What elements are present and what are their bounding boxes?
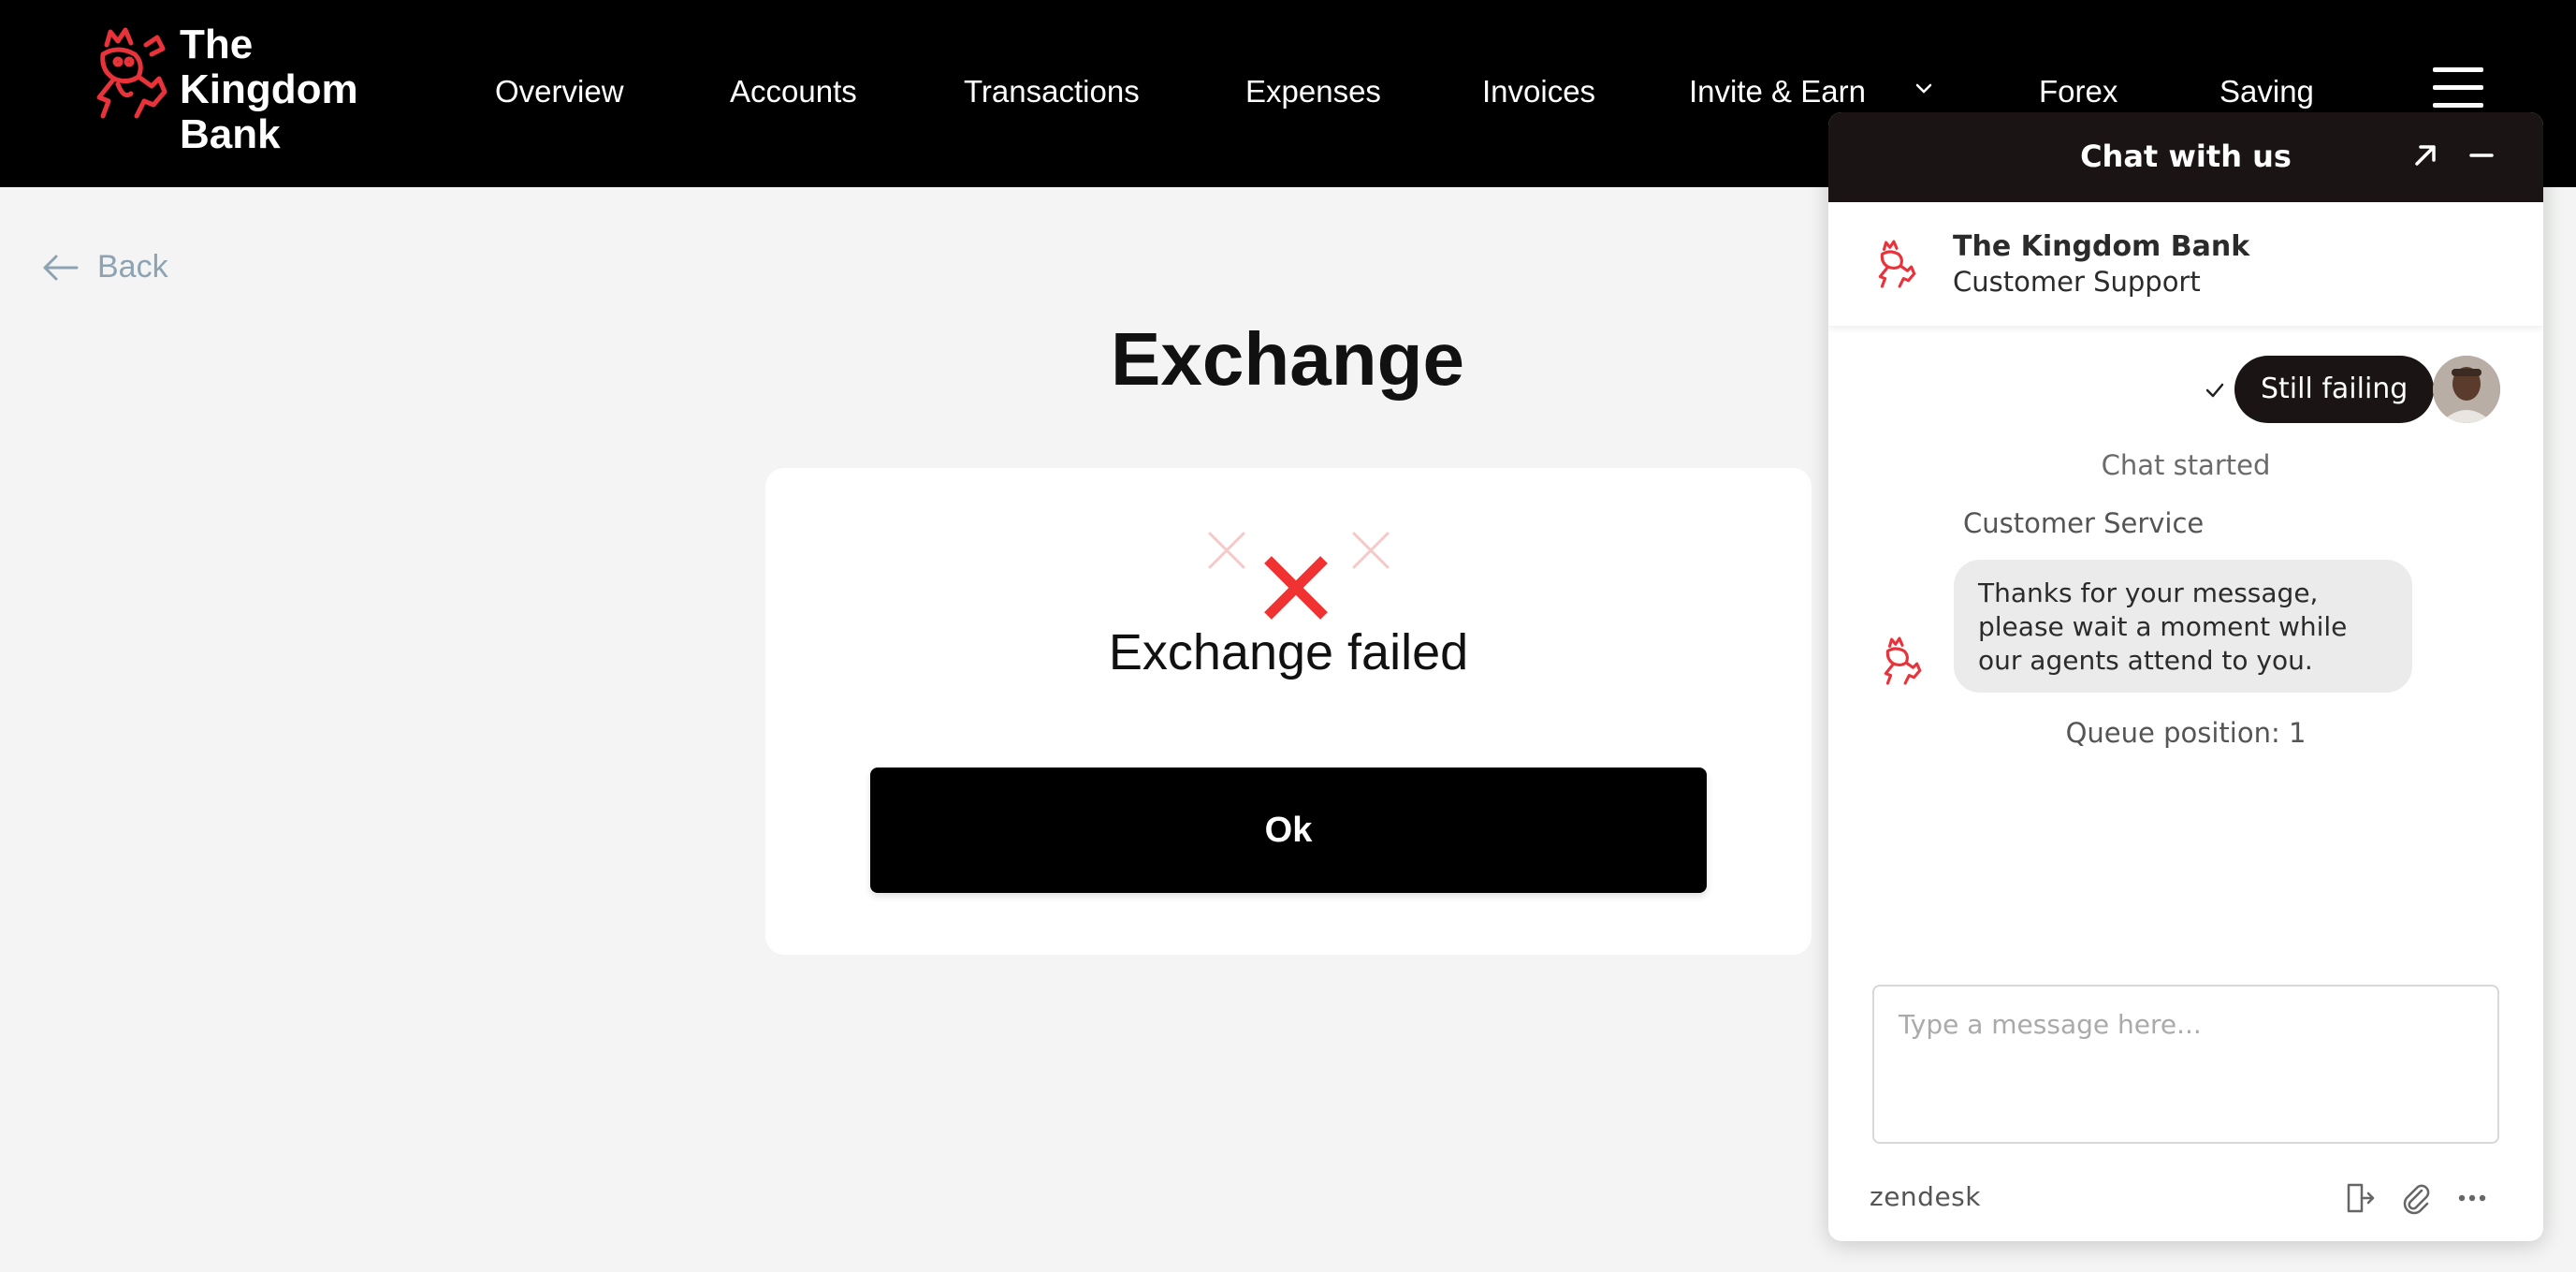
bank-logo-icon [1884, 636, 1922, 685]
nav-invite-earn[interactable]: Invite & Earn [1689, 71, 1866, 112]
nav-saving[interactable]: Saving [2219, 71, 2314, 112]
bank-logo-icon [1878, 240, 1916, 288]
popout-arrow-icon[interactable] [2409, 139, 2442, 172]
brand-logo[interactable]: The Kingdom Bank [90, 22, 358, 157]
chevron-down-icon[interactable] [1913, 77, 1935, 99]
agent-role: Customer Support [1953, 266, 2201, 298]
agent-name: The Kingdom Bank [1953, 230, 2250, 263]
zendesk-brand[interactable]: zendesk [1870, 1181, 1981, 1212]
end-chat-icon[interactable] [2341, 1179, 2379, 1217]
nav-forex[interactable]: Forex [2039, 71, 2118, 112]
minimize-icon[interactable] [2465, 139, 2498, 172]
avatar-photo-icon [2433, 356, 2500, 423]
more-options-icon[interactable] [2453, 1179, 2491, 1217]
brand-name-line-1: The [180, 22, 254, 67]
nav-overview[interactable]: Overview [495, 71, 624, 112]
brand-name-line-2: Kingdom [180, 66, 358, 112]
back-link[interactable]: Back [41, 249, 168, 285]
lion-logo-icon [96, 27, 167, 119]
nav-transactions[interactable]: Transactions [964, 71, 1140, 112]
result-card: Exchange failed Ok [765, 468, 1812, 955]
user-avatar [2433, 356, 2500, 423]
chat-header: Chat with us [1828, 112, 2543, 202]
agent-sender-label: Customer Service [1963, 507, 2205, 539]
ok-button[interactable]: Ok [870, 768, 1707, 893]
chat-started-notice: Chat started [2101, 449, 2271, 481]
attachment-icon[interactable] [2397, 1179, 2435, 1217]
chat-widget: Chat with us The Kingdom Bank Customer S… [1828, 112, 2543, 1241]
message-input[interactable] [1872, 985, 2499, 1144]
hamburger-icon[interactable] [2433, 67, 2483, 109]
checkmark-icon [2205, 383, 2224, 398]
back-label: Back [97, 249, 168, 285]
nav-invoices[interactable]: Invoices [1482, 71, 1595, 112]
nav-accounts[interactable]: Accounts [730, 71, 857, 112]
page-title: Exchange [1111, 317, 1464, 401]
error-x-icon [1208, 532, 1390, 620]
nav-expenses[interactable]: Expenses [1245, 71, 1381, 112]
brand-name: The Kingdom Bank [180, 22, 358, 157]
agent-message-bubble: Thanks for your message, please wait a m… [1954, 560, 2412, 693]
user-message-bubble: Still failing [2234, 356, 2435, 423]
queue-position: Queue position: 1 [2065, 717, 2307, 749]
agent-info: The Kingdom Bank Customer Support [1828, 202, 2543, 326]
brand-name-line-3: Bank [180, 111, 281, 157]
arrow-left-icon [43, 255, 79, 280]
result-message: Exchange failed [1108, 624, 1469, 680]
